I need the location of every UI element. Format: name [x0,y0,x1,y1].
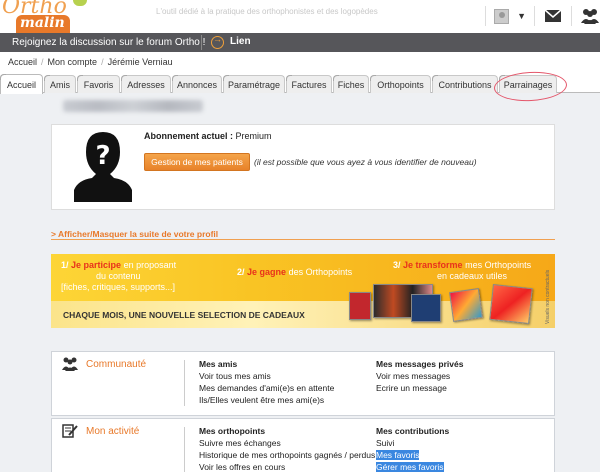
link-current-offers[interactable]: Voir les offres en cours [199,461,375,472]
activity-panel: Mon activité Mes orthopoints Suivre mes … [51,418,555,472]
tab-favoris[interactable]: Favoris [77,75,120,93]
tab-factures[interactable]: Factures [286,75,332,93]
step3-number: 3/ [393,260,401,270]
header-divider [485,6,487,26]
lien-link[interactable]: Lien [230,36,251,47]
link-write-message[interactable]: Ecrire un message [376,382,463,394]
tab-orthopoints[interactable]: Orthopoints [370,75,431,93]
breadcrumb-separator: / [41,56,44,67]
tab-amis[interactable]: Amis [44,75,76,93]
banner-tagline: CHAQUE MOIS, UNE NOUVELLE SELECTION DE C… [63,310,305,320]
link-my-favorites[interactable]: Mes favoris [376,449,449,461]
friends-column: Mes amis Voir tous mes amis Mes demandes… [199,358,334,406]
link-my-favorites-text: Mes favoris [376,450,420,460]
banner-step-1: 1/ Je participe en proposant [61,260,176,270]
header-divider [571,6,572,26]
link-track-exchanges[interactable]: Suivre mes échanges [199,437,375,449]
link-manage-favorites[interactable]: Gérer mes favoris [376,461,449,472]
step3-highlight: Je transforme [403,260,463,270]
link-points-history[interactable]: Historique de mes orthopoints gagnés / p… [199,449,375,461]
mail-icon[interactable] [543,8,563,24]
community-panel-side: Communauté [52,352,184,415]
tab-adresses[interactable]: Adresses [121,75,171,93]
friends-heading: Mes amis [199,359,238,369]
gift-game-box-image [489,284,533,324]
step2-text: des Orthopoints [288,267,353,277]
tab-parametrage[interactable]: Paramétrage [223,75,285,93]
logo-dot [73,0,87,6]
step2-number: 2/ [237,267,245,277]
toggle-profile-link[interactable]: > Afficher/Masquer la suite de votre pro… [51,229,218,239]
banner-step-1-line2: du contenu [96,271,141,281]
contributions-column: Mes contributions Suivi Mes favoris Gére… [376,425,449,472]
community-title: Communauté [86,359,147,370]
toggle-divider [51,239,555,240]
banner-vertical-note: Visuels non contractuels [545,269,551,324]
tab-fiches[interactable]: Fiches [333,75,369,93]
gift-cards-image [411,294,441,322]
activity-title: Mon activité [86,426,140,437]
breadcrumb-separator: / [101,56,104,67]
community-panel: Communauté Mes amis Voir tous mes amis M… [51,351,555,416]
profile-card: ? Abonnement actuel : Premium Gestion de… [51,124,555,210]
profile-silhouette-icon[interactable]: ? [74,130,132,202]
header-divider [534,6,535,26]
gift-book-image [349,292,371,320]
activity-panel-side: Mon activité [52,419,184,472]
breadcrumb-home[interactable]: Accueil [8,57,37,67]
banner-step-2: 2/ Je gagne des Orthopoints [237,267,352,277]
subscription-value: Premium [235,131,272,141]
step2-highlight: Je gagne [247,267,287,277]
link-all-friends[interactable]: Voir tous mes amis [199,370,334,382]
link-manage-favorites-text: Gérer mes favoris [376,462,444,472]
header-icons: ▼ [485,5,600,27]
orthopoints-heading: Mes orthopoints [199,426,266,436]
messages-column: Mes messages privés Voir mes messages Ec… [376,358,463,394]
user-avatar-icon[interactable] [494,8,510,24]
step1-number: 1/ [61,260,69,270]
step1-highlight: Je participe [71,260,122,270]
link-pending-requests[interactable]: Mes demandes d'ami(e)s en attente [199,382,334,394]
subscription-status: Abonnement actuel : Premium [144,131,272,141]
user-menu-caret-icon[interactable]: ▼ [517,11,526,21]
logo-malin-text: malin [20,15,65,31]
manage-patients-note: (il est possible que vous ayez à vous id… [254,157,477,167]
panel-divider [184,427,185,472]
subscription-label: Abonnement actuel : [144,131,234,141]
link-followup[interactable]: Suivi [376,437,449,449]
edit-note-icon [62,424,78,438]
banner-step-1-line3: [fiches, critiques, supports...] [61,282,176,292]
orthomalin-logo[interactable]: Ortho malin [0,0,90,33]
banner-step-3: 3/ Je transforme mes Orthopoints [393,260,531,270]
rewards-banner[interactable]: 1/ Je participe en proposant du contenu … [51,254,555,328]
tab-accueil[interactable]: Accueil [0,74,43,94]
panel-divider [184,360,185,406]
top-header: Ortho malin L'outil dédié à la pratique … [0,0,600,33]
orthopoints-column: Mes orthopoints Suivre mes échanges Hist… [199,425,375,472]
people-icon [62,357,78,371]
tab-annonces[interactable]: Annonces [172,75,222,93]
breadcrumb: Accueil / Mon compte / Jérémie Verniau [0,52,600,71]
messages-heading: Mes messages privés [376,359,464,369]
link-view-messages[interactable]: Voir mes messages [376,370,463,382]
gift-puzzle-image [449,288,483,322]
step3-text: mes Orthopoints [465,260,532,270]
link-incoming-requests[interactable]: Ils/Elles veulent être mes ami(e)s [199,394,334,406]
breadcrumb-account[interactable]: Mon compte [48,57,98,67]
forum-bar: Rejoignez la discussion sur le forum Ort… [0,33,600,52]
bar-divider [201,35,202,50]
blurred-user-name [63,100,203,112]
contributions-heading: Mes contributions [376,426,450,436]
arrow-circle-icon[interactable] [211,34,224,49]
forum-link[interactable]: Rejoignez la discussion sur le forum Ort… [12,37,205,48]
people-icon[interactable] [580,8,600,24]
svg-text:?: ? [95,141,110,171]
manage-patients-button[interactable]: Gestion de mes patients [144,153,250,171]
banner-step-3-line2: en cadeaux utiles [437,271,508,281]
site-tagline: L'outil dédié à la pratique des orthopho… [156,7,378,16]
step1-text: en proposant [123,260,177,270]
tab-contributions[interactable]: Contributions [432,75,498,93]
breadcrumb-current: Jérémie Verniau [107,56,173,67]
